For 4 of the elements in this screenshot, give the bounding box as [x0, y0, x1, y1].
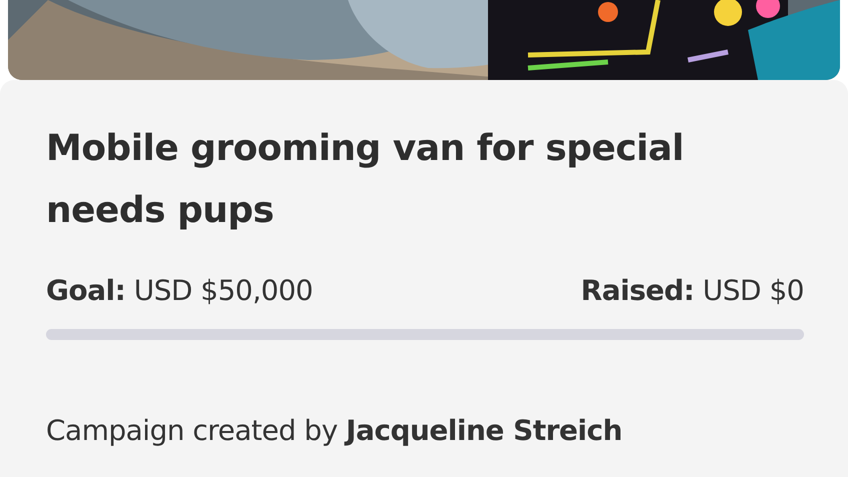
- goal-amount: Goal: USD $50,000: [46, 274, 313, 307]
- campaign-title: Mobile grooming van for special needs pups: [46, 127, 685, 233]
- creator-text: Campaign created by Jacqueline Streich: [46, 414, 624, 447]
- raised-amount: Raised: USD $0: [580, 274, 804, 307]
